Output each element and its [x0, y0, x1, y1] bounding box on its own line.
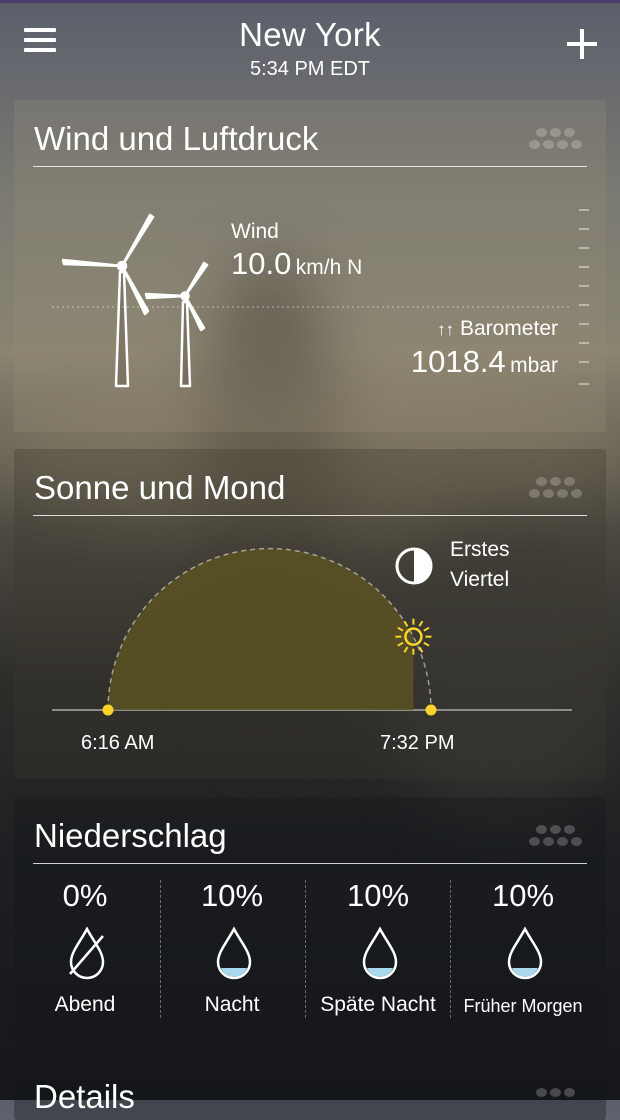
wind-label: Wind [231, 220, 279, 243]
barometer-reading: 1018.4 mbar [411, 344, 558, 380]
precip-period-label: Abend [54, 993, 116, 1016]
rain-drop-icon [216, 926, 252, 980]
wind-unit: km/h N [295, 256, 363, 279]
sun-moon-card: Sonne und Mond Erstes Viertel 6:16 AM 7:… [14, 449, 606, 779]
precip-percent: 10% [200, 878, 264, 913]
barometer-unit: mbar [510, 354, 558, 377]
local-time: 5:34 PM EDT [249, 58, 371, 80]
card-drag-handle-icon[interactable] [528, 1088, 590, 1116]
precip-percent: 10% [491, 878, 555, 913]
sun-path-diagram [52, 547, 572, 716]
sunset-marker [425, 704, 437, 716]
rain-drop-icon [362, 926, 398, 980]
sunset-time: 7:32 PM [380, 732, 455, 754]
city-name[interactable]: New York [0, 16, 620, 54]
sunrise-time: 6:16 AM [81, 732, 155, 754]
barometer-label: Barometer [459, 317, 558, 340]
precip-period-label: Späte Nacht [320, 993, 436, 1016]
wind-speed-value: 10.0 [231, 246, 292, 281]
plus-icon[interactable] [560, 22, 604, 66]
wind-turbine-icon [61, 213, 155, 388]
card-title: Niederschlag [34, 817, 227, 854]
wind-pressure-card: Wind und Luftdruck Wind 10.0 km/h N ↑↑ B… [14, 100, 606, 432]
precip-column-late-night: 10% Späte Nacht [305, 878, 451, 1016]
precip-column-night: 10% Nacht [159, 878, 305, 1016]
wind-turbine-small-icon [144, 261, 209, 388]
barometer-heading: ↑↑ Barometer [437, 317, 558, 341]
title-divider [33, 863, 587, 864]
precip-column-evening: 0% Abend [12, 878, 158, 1016]
barometer-value: 1018.4 [410, 344, 506, 379]
daylight-elapsed-fill [108, 548, 414, 710]
precip-period-label: Früher Morgen [463, 996, 583, 1016]
precip-column-early-morning: 10% Früher Morgen [450, 878, 596, 1016]
details-card: Details [14, 1060, 606, 1120]
no-rain-drop-icon [69, 926, 105, 980]
sunrise-marker [102, 704, 114, 716]
precip-percent: 10% [346, 878, 410, 913]
pressure-rising-icon: ↑↑ [437, 320, 455, 339]
wind-reading: 10.0 km/h N [231, 246, 362, 282]
card-title: Details [34, 1078, 135, 1115]
precip-percent: 0% [62, 878, 108, 913]
precip-period-label: Nacht [204, 993, 260, 1016]
card-drag-handle-icon[interactable] [528, 825, 590, 853]
rain-drop-icon [507, 926, 543, 980]
app-header: New York 5:34 PM EDT [0, 0, 620, 92]
